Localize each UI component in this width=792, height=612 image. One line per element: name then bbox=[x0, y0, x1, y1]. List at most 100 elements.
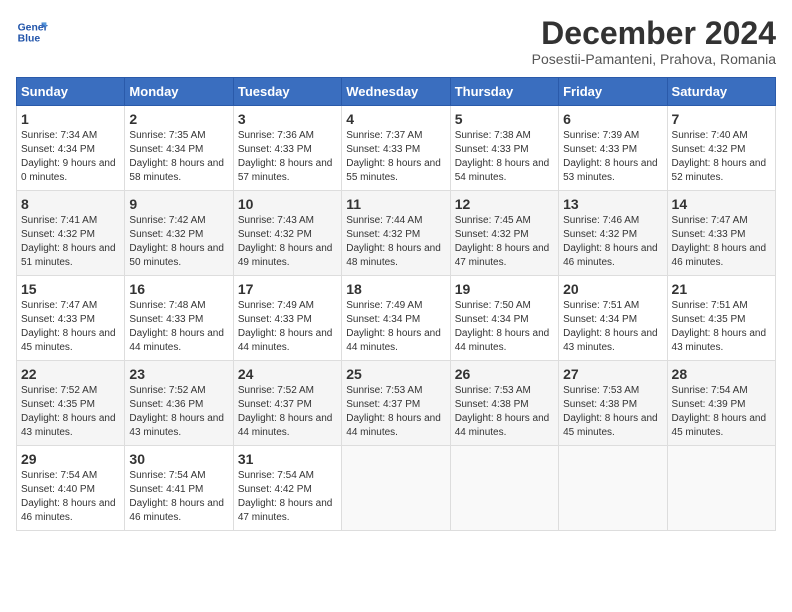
day-number: 30 bbox=[129, 451, 228, 467]
calendar-cell: 26 Sunrise: 7:53 AMSunset: 4:38 PMDayligh… bbox=[450, 361, 558, 446]
day-info: Sunrise: 7:53 AMSunset: 4:38 PMDaylight:… bbox=[563, 385, 658, 438]
day-info: Sunrise: 7:54 AMSunset: 4:41 PMDaylight:… bbox=[129, 470, 224, 523]
day-number: 1 bbox=[21, 111, 120, 127]
calendar-cell: 19Sunrise: 7:50 AMSunset: 4:34 PMDayligh… bbox=[450, 276, 558, 361]
day-number: 25 bbox=[346, 366, 445, 382]
main-title: December 2024 bbox=[532, 16, 776, 51]
title-block: December 2024 Posestii-Pamanteni, Prahov… bbox=[532, 16, 776, 67]
calendar-cell bbox=[342, 446, 450, 531]
logo: General Blue bbox=[16, 16, 48, 48]
day-info: Sunrise: 7:49 AMSunset: 4:33 PMDaylight:… bbox=[238, 300, 333, 353]
day-info: Sunrise: 7:45 AMSunset: 4:32 PMDaylight:… bbox=[455, 215, 550, 268]
calendar-cell bbox=[667, 446, 775, 531]
weekday-header-saturday: Saturday bbox=[667, 78, 775, 106]
subtitle: Posestii-Pamanteni, Prahova, Romania bbox=[532, 51, 776, 67]
calendar-cell: 11 Sunrise: 7:44 AMSunset: 4:32 PMDayligh… bbox=[342, 191, 450, 276]
calendar-cell bbox=[450, 446, 558, 531]
day-number: 31 bbox=[238, 451, 337, 467]
logo-icon: General Blue bbox=[16, 16, 48, 48]
calendar-cell: 9 Sunrise: 7:42 AMSunset: 4:32 PMDaylight… bbox=[125, 191, 233, 276]
day-info: Sunrise: 7:34 AMSunset: 4:34 PMDaylight:… bbox=[21, 130, 116, 183]
day-info: Sunrise: 7:51 AMSunset: 4:35 PMDaylight:… bbox=[672, 300, 767, 353]
day-number: 7 bbox=[672, 111, 771, 127]
calendar-cell: 23Sunrise: 7:52 AMSunset: 4:36 PMDayligh… bbox=[125, 361, 233, 446]
weekday-header-sunday: Sunday bbox=[17, 78, 125, 106]
day-number: 13 bbox=[563, 196, 662, 212]
calendar-cell: 21 Sunrise: 7:51 AMSunset: 4:35 PMDayligh… bbox=[667, 276, 775, 361]
day-info: Sunrise: 7:47 AMSunset: 4:33 PMDaylight:… bbox=[672, 215, 767, 268]
day-info: Sunrise: 7:48 AMSunset: 4:33 PMDaylight:… bbox=[129, 300, 224, 353]
day-number: 21 bbox=[672, 281, 771, 297]
calendar-cell: 25Sunrise: 7:53 AMSunset: 4:37 PMDayligh… bbox=[342, 361, 450, 446]
day-number: 11 bbox=[346, 196, 445, 212]
day-info: Sunrise: 7:41 AMSunset: 4:32 PMDaylight:… bbox=[21, 215, 116, 268]
day-number: 29 bbox=[21, 451, 120, 467]
day-number: 4 bbox=[346, 111, 445, 127]
day-info: Sunrise: 7:37 AMSunset: 4:33 PMDaylight:… bbox=[346, 130, 441, 183]
day-info: Sunrise: 7:35 AMSunset: 4:34 PMDaylight:… bbox=[129, 130, 224, 183]
day-number: 19 bbox=[455, 281, 554, 297]
day-info: Sunrise: 7:44 AMSunset: 4:32 PMDaylight:… bbox=[346, 215, 441, 268]
calendar-cell: 30 Sunrise: 7:54 AMSunset: 4:41 PMDayligh… bbox=[125, 446, 233, 531]
day-number: 17 bbox=[238, 281, 337, 297]
calendar-cell: 4 Sunrise: 7:37 AMSunset: 4:33 PMDaylight… bbox=[342, 106, 450, 191]
calendar-week-5: 29 Sunrise: 7:54 AMSunset: 4:40 PMDayligh… bbox=[17, 446, 776, 531]
day-number: 14 bbox=[672, 196, 771, 212]
day-info: Sunrise: 7:39 AMSunset: 4:33 PMDaylight:… bbox=[563, 130, 658, 183]
day-info: Sunrise: 7:40 AMSunset: 4:32 PMDaylight:… bbox=[672, 130, 767, 183]
day-info: Sunrise: 7:51 AMSunset: 4:34 PMDaylight:… bbox=[563, 300, 658, 353]
day-info: Sunrise: 7:54 AMSunset: 4:39 PMDaylight:… bbox=[672, 385, 767, 438]
day-number: 3 bbox=[238, 111, 337, 127]
day-info: Sunrise: 7:52 AMSunset: 4:36 PMDaylight:… bbox=[129, 385, 224, 438]
day-number: 16 bbox=[129, 281, 228, 297]
weekday-header-tuesday: Tuesday bbox=[233, 78, 341, 106]
weekday-header-monday: Monday bbox=[125, 78, 233, 106]
calendar-cell bbox=[559, 446, 667, 531]
calendar-week-3: 15Sunrise: 7:47 AMSunset: 4:33 PMDayligh… bbox=[17, 276, 776, 361]
day-number: 12 bbox=[455, 196, 554, 212]
day-number: 18 bbox=[346, 281, 445, 297]
day-number: 8 bbox=[21, 196, 120, 212]
day-number: 9 bbox=[129, 196, 228, 212]
calendar-cell: 8 Sunrise: 7:41 AMSunset: 4:32 PMDaylight… bbox=[17, 191, 125, 276]
day-number: 24 bbox=[238, 366, 337, 382]
day-info: Sunrise: 7:36 AMSunset: 4:33 PMDaylight:… bbox=[238, 130, 333, 183]
calendar-cell: 15Sunrise: 7:47 AMSunset: 4:33 PMDayligh… bbox=[17, 276, 125, 361]
calendar-cell: 31 Sunrise: 7:54 AMSunset: 4:42 PMDayligh… bbox=[233, 446, 341, 531]
calendar-cell: 1 Sunrise: 7:34 AMSunset: 4:34 PMDaylight… bbox=[17, 106, 125, 191]
day-info: Sunrise: 7:54 AMSunset: 4:40 PMDaylight:… bbox=[21, 470, 116, 523]
calendar-cell: 13 Sunrise: 7:46 AMSunset: 4:32 PMDayligh… bbox=[559, 191, 667, 276]
day-info: Sunrise: 7:54 AMSunset: 4:42 PMDaylight:… bbox=[238, 470, 333, 523]
calendar-cell: 27 Sunrise: 7:53 AMSunset: 4:38 PMDayligh… bbox=[559, 361, 667, 446]
calendar-cell: 22 Sunrise: 7:52 AMSunset: 4:35 PMDayligh… bbox=[17, 361, 125, 446]
day-number: 26 bbox=[455, 366, 554, 382]
day-number: 27 bbox=[563, 366, 662, 382]
calendar-cell: 17 Sunrise: 7:49 AMSunset: 4:33 PMDayligh… bbox=[233, 276, 341, 361]
day-number: 22 bbox=[21, 366, 120, 382]
day-info: Sunrise: 7:52 AMSunset: 4:35 PMDaylight:… bbox=[21, 385, 116, 438]
day-info: Sunrise: 7:46 AMSunset: 4:32 PMDaylight:… bbox=[563, 215, 658, 268]
day-info: Sunrise: 7:43 AMSunset: 4:32 PMDaylight:… bbox=[238, 215, 333, 268]
calendar-cell: 12 Sunrise: 7:45 AMSunset: 4:32 PMDayligh… bbox=[450, 191, 558, 276]
calendar-week-2: 8 Sunrise: 7:41 AMSunset: 4:32 PMDaylight… bbox=[17, 191, 776, 276]
calendar-cell: 24Sunrise: 7:52 AMSunset: 4:37 PMDayligh… bbox=[233, 361, 341, 446]
page-header: General Blue December 2024 Posestii-Pama… bbox=[16, 16, 776, 67]
day-number: 6 bbox=[563, 111, 662, 127]
day-number: 10 bbox=[238, 196, 337, 212]
day-info: Sunrise: 7:42 AMSunset: 4:32 PMDaylight:… bbox=[129, 215, 224, 268]
day-info: Sunrise: 7:53 AMSunset: 4:38 PMDaylight:… bbox=[455, 385, 550, 438]
calendar-table: SundayMondayTuesdayWednesdayThursdayFrid… bbox=[16, 77, 776, 531]
day-number: 20 bbox=[563, 281, 662, 297]
calendar-cell: 6 Sunrise: 7:39 AMSunset: 4:33 PMDaylight… bbox=[559, 106, 667, 191]
svg-text:Blue: Blue bbox=[18, 34, 41, 45]
calendar-cell: 16 Sunrise: 7:48 AMSunset: 4:33 PMDayligh… bbox=[125, 276, 233, 361]
calendar-week-4: 22 Sunrise: 7:52 AMSunset: 4:35 PMDayligh… bbox=[17, 361, 776, 446]
calendar-cell: 10 Sunrise: 7:43 AMSunset: 4:32 PMDayligh… bbox=[233, 191, 341, 276]
weekday-header-thursday: Thursday bbox=[450, 78, 558, 106]
day-info: Sunrise: 7:49 AMSunset: 4:34 PMDaylight:… bbox=[346, 300, 441, 353]
calendar-cell: 29 Sunrise: 7:54 AMSunset: 4:40 PMDayligh… bbox=[17, 446, 125, 531]
day-info: Sunrise: 7:38 AMSunset: 4:33 PMDaylight:… bbox=[455, 130, 550, 183]
calendar-cell: 28Sunrise: 7:54 AMSunset: 4:39 PMDayligh… bbox=[667, 361, 775, 446]
calendar-cell: 3 Sunrise: 7:36 AMSunset: 4:33 PMDaylight… bbox=[233, 106, 341, 191]
calendar-cell: 18 Sunrise: 7:49 AMSunset: 4:34 PMDayligh… bbox=[342, 276, 450, 361]
